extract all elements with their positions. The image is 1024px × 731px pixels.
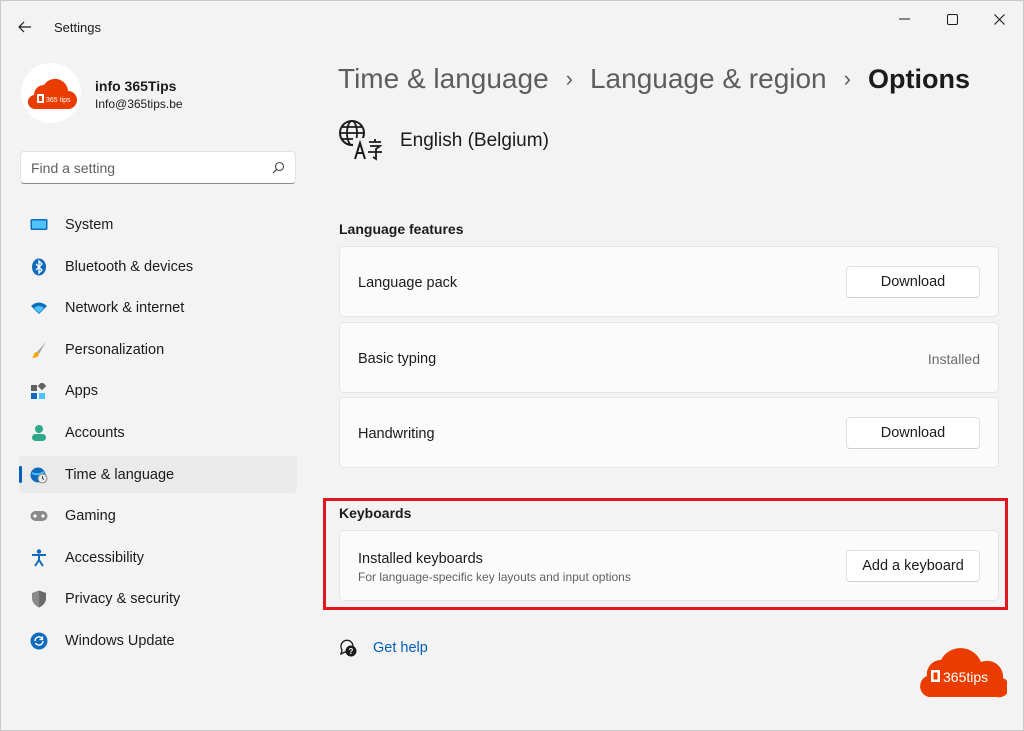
profile-name: info 365Tips [95,78,177,94]
close-button[interactable] [976,7,1022,31]
sidebar-item-label: Windows Update [65,632,175,649]
365tips-watermark-logo: 365tips [919,642,1010,698]
get-help-label: Get help [373,640,428,656]
basic-typing-label: Basic typing [358,351,437,367]
language-features-heading: Language features [339,221,464,237]
basic-typing-card: Basic typing Installed [339,322,999,393]
wifi-icon [30,299,48,317]
sidebar-item-label: Privacy & security [65,591,181,608]
get-help-link[interactable]: ? Get help [339,637,428,659]
close-icon [993,13,1005,25]
sidebar-item-system[interactable]: System [19,206,297,243]
breadcrumb-time-language[interactable]: Time & language [338,63,549,95]
shield-icon [30,590,48,608]
handwriting-download-button[interactable]: Download [846,417,980,449]
basic-typing-status: Installed [927,351,980,367]
sidebar-item-accessibility[interactable]: Accessibility [19,539,297,576]
avatar-text: 365 tips [46,97,71,104]
handwriting-label: Handwriting [358,426,435,442]
search-box[interactable] [20,151,296,184]
gaming-icon [30,507,48,525]
language-icon [339,120,382,161]
minimize-icon [898,18,910,20]
svg-text:?: ? [349,647,354,656]
page-title: Options [867,63,970,94]
sidebar-item-privacy[interactable]: Privacy & security [19,580,297,617]
sidebar-item-label: Network & internet [65,300,185,317]
watermark-text: 365tips [943,669,988,685]
help-icon: ? [340,639,357,657]
language-pack-download-button[interactable]: Download [846,266,980,298]
sidebar-item-network[interactable]: Network & internet [19,289,297,326]
back-button[interactable] [11,15,39,39]
highlight-annotation-box [323,498,1008,610]
sidebar-item-label: Gaming [65,508,116,525]
sidebar-item-personalization[interactable]: Personalization [19,331,297,368]
maximize-button[interactable] [929,7,975,31]
sidebar-item-apps[interactable]: Apps [19,372,297,409]
accessibility-icon [30,549,48,567]
bluetooth-icon [30,258,48,276]
accounts-icon [30,424,48,442]
profile-email: Info@365tips.be [95,97,183,111]
breadcrumb-language-region[interactable]: Language & region [590,63,827,95]
sidebar-item-label: Time & language [65,466,175,483]
sidebar-item-bluetooth[interactable]: Bluetooth & devices [19,248,297,285]
time-language-icon [30,466,48,484]
language-pack-card: Language pack Download [339,246,999,317]
sidebar-item-label: Personalization [65,341,165,358]
search-icon[interactable] [272,161,285,174]
app-title: Settings [54,20,101,35]
settings-window: Settings 365 tips info 365Tips Info@365t… [0,0,1024,731]
handwriting-card: Handwriting Download [339,397,999,468]
system-icon [30,216,48,234]
language-header: English (Belgium) [338,118,549,162]
sidebar-item-time-language[interactable]: Time & language [19,455,297,493]
apps-icon [30,382,48,400]
sidebar-nav: System Bluetooth & devices Network & int… [19,206,297,664]
breadcrumb: Time & language › Language & region › Op… [338,63,970,95]
language-name: English (Belgium) [400,130,549,151]
avatar: 365 tips [21,63,81,123]
breadcrumb-chevron-icon: › [565,66,573,91]
sidebar-item-label: Accounts [65,424,125,441]
back-arrow-icon [18,21,31,33]
sidebar-item-gaming[interactable]: Gaming [19,497,297,534]
sidebar-item-label: Accessibility [65,549,144,566]
sidebar-item-windows-update[interactable]: Windows Update [19,622,297,659]
paintbrush-icon [30,341,48,359]
maximize-icon [946,13,958,25]
breadcrumb-chevron-icon: › [843,66,851,91]
title-bar: Settings [1,1,1023,53]
language-pack-label: Language pack [358,275,458,291]
user-profile[interactable]: 365 tips info 365Tips Info@365tips.be [19,61,299,127]
sidebar-item-accounts[interactable]: Accounts [19,414,297,451]
sidebar-item-label: Apps [65,383,99,400]
sidebar-item-label: System [65,217,114,233]
update-icon [30,632,48,650]
search-input[interactable] [31,158,261,178]
minimize-button[interactable] [881,7,927,31]
cloud-logo-icon: 365tips [920,648,1010,698]
office-cloud-logo-icon: 365 tips [27,78,77,110]
sidebar-item-label: Bluetooth & devices [65,258,194,275]
